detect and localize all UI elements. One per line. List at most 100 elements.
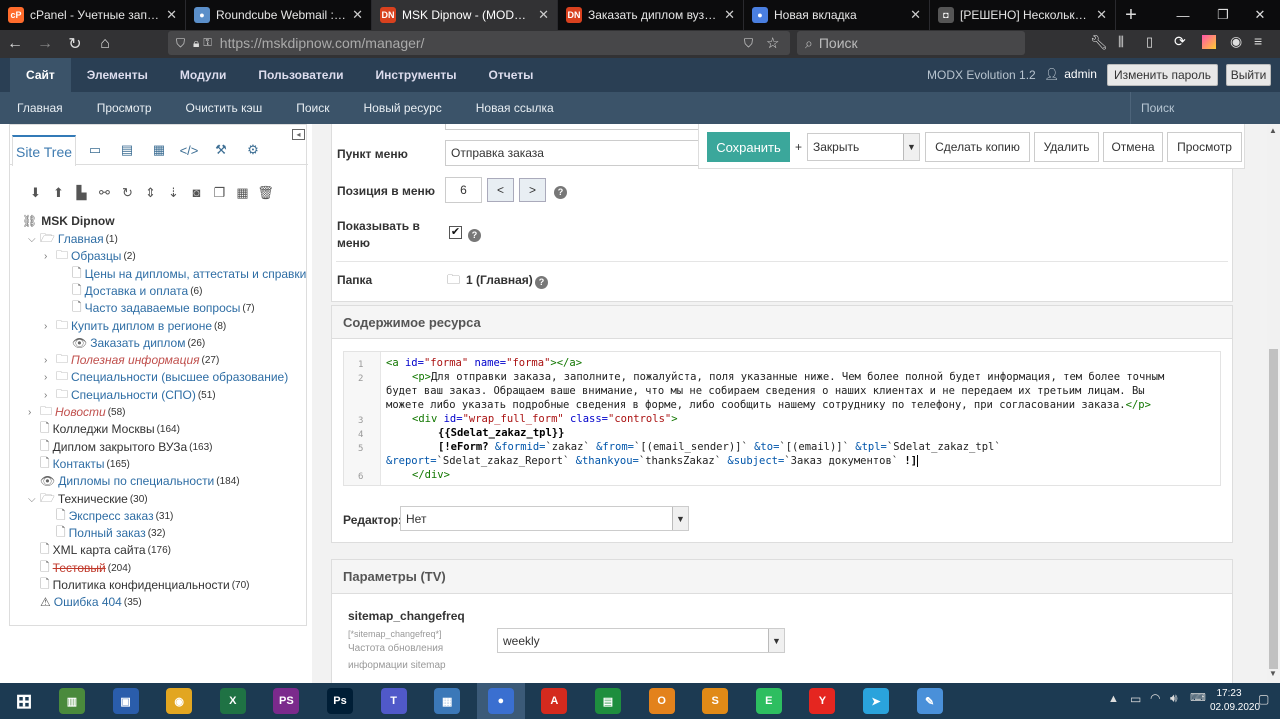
save-button[interactable]: Сохранить bbox=[707, 132, 790, 162]
tree-node[interactable]: › 🗀︎ Специальности (СПО) (51) bbox=[44, 387, 216, 403]
chevron-down-icon[interactable]: ⌵ bbox=[28, 234, 40, 245]
scroll-down-icon[interactable]: ▼ bbox=[1269, 669, 1277, 678]
sub-menu-item[interactable]: Главная bbox=[0, 101, 80, 115]
tree-node[interactable]: 🗋︎ Политика конфиденциальности (70) bbox=[28, 577, 249, 593]
firefox-icon[interactable]: ● bbox=[476, 683, 525, 719]
browser-tab[interactable]: ● Новая вкладка ✕ bbox=[744, 0, 930, 30]
user-menu[interactable]: 👤︎ admin bbox=[1044, 67, 1097, 81]
menu-position-prev-button[interactable]: < bbox=[487, 178, 514, 202]
delete-button[interactable]: Удалить bbox=[1034, 132, 1099, 162]
tab-site-tree[interactable]: Site Tree bbox=[12, 135, 76, 166]
chevron-right-icon[interactable]: › bbox=[44, 390, 56, 401]
new-document-icon[interactable]: ▙ bbox=[70, 185, 93, 201]
collapse-sidebar-icon[interactable]: ◂ bbox=[292, 129, 305, 140]
tree-root[interactable]: ⛓ MSK Dipnow bbox=[22, 213, 115, 229]
forward-icon[interactable]: → bbox=[30, 30, 60, 58]
code-editor[interactable]: 1 2 3 4 5 6 <a id="forma" name="forma"><… bbox=[343, 351, 1221, 486]
folder-value[interactable]: 1 (Главная) bbox=[466, 273, 533, 287]
project-icon[interactable]: ▤ bbox=[584, 683, 632, 719]
tree-node[interactable]: › 🗀︎ Купить диплом в регионе (8) bbox=[44, 318, 226, 334]
browser-search-bar[interactable]: ⌕ Поиск bbox=[797, 31, 1025, 55]
pdf-icon[interactable]: A bbox=[530, 683, 578, 719]
menu-position-input[interactable]: 6 bbox=[445, 177, 482, 203]
excel-icon[interactable]: X bbox=[209, 683, 257, 719]
refresh-tree-icon[interactable]: ↻ bbox=[116, 185, 139, 201]
menu-item-input[interactable]: Отправка заказа bbox=[445, 140, 700, 166]
main-menu-item[interactable]: Сайт bbox=[10, 58, 71, 92]
editor-select[interactable]: Нет ▼ bbox=[400, 506, 689, 531]
main-menu-item[interactable]: Инструменты bbox=[359, 58, 472, 92]
menu-position-next-button[interactable]: > bbox=[519, 178, 546, 202]
tree-node[interactable]: › 🗀︎ Специальности (высшее образование) bbox=[44, 369, 290, 385]
network-icon[interactable]: ▭ bbox=[1130, 692, 1141, 706]
scroll-up-icon[interactable]: ▲ bbox=[1269, 126, 1277, 135]
notifications-icon[interactable]: ▢ bbox=[1258, 692, 1269, 706]
reload-icon[interactable]: ↻ bbox=[60, 30, 90, 58]
chevron-down-icon[interactable]: ⌵ bbox=[28, 494, 40, 505]
browser-tab[interactable]: ● Roundcube Webmail :: Вх ✕ bbox=[186, 0, 372, 30]
tree-node[interactable]: ⌵ 🗁︎ Технические (30) bbox=[28, 491, 148, 507]
tab-snippets-icon[interactable]: </> bbox=[176, 135, 202, 165]
manager-search-input[interactable]: Поиск bbox=[1130, 92, 1280, 124]
maximize-button[interactable]: ❐ bbox=[1203, 0, 1243, 30]
save-disk-icon[interactable]: ▣ bbox=[102, 683, 150, 719]
sync-icon[interactable]: ⟳ bbox=[1174, 33, 1186, 50]
back-icon[interactable]: ← bbox=[0, 30, 30, 58]
tree-node[interactable]: 🗋︎ Колледжи Москвы (164) bbox=[28, 421, 180, 437]
chrome-icon[interactable]: ◉ bbox=[155, 683, 203, 719]
extension-icon[interactable] bbox=[1202, 35, 1216, 49]
sort-tree-icon[interactable]: ⇕ bbox=[139, 185, 162, 201]
close-window-button[interactable]: ✕ bbox=[1240, 0, 1280, 30]
tab-chunks-icon[interactable]: ▦ bbox=[146, 135, 172, 165]
tree-node[interactable]: 🗋︎ Цены на дипломы, аттестаты и справки bbox=[60, 266, 308, 282]
tree-node[interactable]: › 🗀︎ Образцы (2) bbox=[44, 248, 136, 264]
chevron-right-icon[interactable]: › bbox=[44, 355, 56, 366]
tree-node[interactable]: 🗋︎ Контакты (165) bbox=[28, 456, 130, 472]
taskmanager-icon[interactable]: ▥ bbox=[48, 683, 96, 719]
tab-modules-icon[interactable]: ⚙ bbox=[240, 135, 266, 165]
copy-icon[interactable]: ❐ bbox=[208, 185, 231, 201]
trash-icon[interactable]: 🗑︎ bbox=[254, 185, 277, 201]
sub-menu-item[interactable]: Просмотр bbox=[80, 101, 169, 115]
sub-menu-item[interactable]: Очистить кэш bbox=[169, 101, 280, 115]
tree-node[interactable]: 🗋︎ Диплом закрытого ВУЗа (163) bbox=[28, 439, 213, 455]
tab-tvs-icon[interactable]: ▤ bbox=[114, 135, 140, 165]
close-tab-icon[interactable]: ✕ bbox=[1096, 7, 1107, 23]
camera-icon[interactable]: ◙ bbox=[185, 185, 208, 201]
cancel-button[interactable]: Отмена bbox=[1103, 132, 1163, 162]
change-password-button[interactable]: Изменить пароль bbox=[1107, 64, 1218, 86]
account-icon[interactable]: ◉ bbox=[1230, 33, 1242, 50]
evernote-icon[interactable]: E bbox=[745, 683, 793, 719]
expand-tree-icon[interactable]: ⬇ bbox=[24, 185, 47, 201]
clock[interactable]: 17:23 02.09.2020 bbox=[1210, 687, 1260, 715]
paint-icon[interactable]: ✎ bbox=[906, 683, 954, 719]
main-menu-item[interactable]: Отчеты bbox=[473, 58, 550, 92]
new-tab-button[interactable]: + bbox=[1116, 0, 1146, 30]
logout-button[interactable]: Выйти bbox=[1226, 64, 1271, 86]
main-menu-item[interactable]: Элементы bbox=[71, 58, 164, 92]
pocket-icon[interactable]: ⛉ bbox=[744, 36, 753, 51]
tree-node[interactable]: 👁︎ Дипломы по специальности (184) bbox=[28, 473, 240, 489]
chevron-right-icon[interactable]: › bbox=[28, 407, 40, 418]
preview-button[interactable]: Просмотр bbox=[1167, 132, 1242, 162]
tree-node[interactable]: › 🗀︎ Полезная информация (27) bbox=[44, 352, 219, 368]
browser-tab[interactable]: cP cPanel - Учетные записи ✕ bbox=[0, 0, 186, 30]
tree-node[interactable]: 🗋︎ Полный заказ (32) bbox=[44, 525, 166, 541]
sublime-icon[interactable]: S bbox=[691, 683, 739, 719]
sort-order-icon[interactable]: ⇣ bbox=[162, 185, 185, 201]
menu-icon[interactable]: ≡ bbox=[1254, 33, 1262, 49]
tab-plugins-icon[interactable]: ⚒ bbox=[208, 135, 234, 165]
url-bar[interactable]: ⛉ 🔒︎ ⚿ https://mskdipnow.com/manager/ ⛉ … bbox=[168, 31, 790, 55]
collapse-tree-icon[interactable]: ⬆ bbox=[47, 185, 70, 201]
grid-icon[interactable]: ▦ bbox=[231, 185, 254, 201]
close-tab-icon[interactable]: ✕ bbox=[538, 7, 549, 23]
library-icon[interactable]: ⫼ bbox=[1118, 34, 1124, 50]
wifi-icon[interactable]: ◠ bbox=[1150, 691, 1160, 705]
help-icon[interactable]: ? bbox=[554, 184, 567, 199]
tab-templates-icon[interactable]: ▭ bbox=[82, 135, 108, 165]
main-menu-item[interactable]: Пользователи bbox=[242, 58, 359, 92]
chevron-right-icon[interactable]: › bbox=[44, 321, 56, 332]
phpstorm-icon[interactable]: PS bbox=[262, 683, 310, 719]
sub-menu-item[interactable]: Новый ресурс bbox=[346, 101, 458, 115]
close-tab-icon[interactable]: ✕ bbox=[166, 7, 177, 23]
